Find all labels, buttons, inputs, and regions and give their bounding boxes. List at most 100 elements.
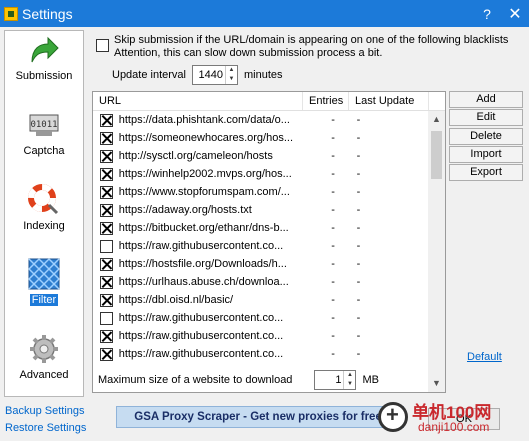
cell-last-update: - — [356, 330, 361, 342]
table-row[interactable]: https://data.phishtank.com/data/o... - - — [93, 111, 429, 129]
max-size-value[interactable]: 1 — [315, 374, 343, 386]
skip-line-2: Attention, this can slow down submission… — [114, 47, 383, 59]
column-header-last-update[interactable]: Last Update — [349, 92, 429, 110]
table-row[interactable]: https://adaway.org/hosts.txt - - — [93, 201, 429, 219]
filter-icon — [28, 258, 60, 290]
row-checkbox[interactable] — [100, 311, 113, 325]
nav-item-filter[interactable]: Filter — [5, 258, 83, 306]
window-title: Settings — [22, 5, 73, 22]
scroll-down-icon[interactable]: ▼ — [428, 375, 445, 392]
table-row[interactable]: https://dbl.oisd.nl/basic/ - - — [93, 291, 429, 309]
spin-down-icon[interactable]: ▼ — [226, 75, 237, 84]
table-row[interactable]: https://raw.githubusercontent.co... - - — [93, 327, 429, 345]
column-header-url[interactable]: URL — [93, 92, 303, 110]
row-checkbox[interactable] — [100, 113, 113, 127]
cell-last-update: - — [356, 132, 361, 144]
cell-last-update: - — [356, 222, 361, 234]
app-icon — [4, 6, 18, 21]
column-header-entries[interactable]: Entries — [303, 92, 349, 110]
update-interval-spinner[interactable]: 1440 ▲ ▼ — [192, 65, 238, 85]
cell-entries: - — [331, 114, 335, 126]
nav-item-advanced[interactable]: Advanced — [5, 333, 83, 381]
delete-button[interactable]: Delete — [449, 128, 523, 145]
nav-item-submission[interactable]: Submission — [5, 34, 83, 82]
row-checkbox[interactable] — [100, 347, 113, 361]
table-scrollbar[interactable]: ▲ ▼ — [428, 111, 445, 392]
update-interval-arrows[interactable]: ▲ ▼ — [225, 66, 237, 84]
spin-up-icon[interactable]: ▲ — [226, 66, 237, 75]
row-checkbox[interactable] — [100, 293, 113, 307]
row-checkbox[interactable] — [100, 329, 113, 343]
watermark-url: danji100.com — [418, 420, 490, 434]
max-size-arrows[interactable]: ▲ ▼ — [343, 371, 355, 389]
table-row[interactable]: https://someonewhocares.org/hos... - - — [93, 129, 429, 147]
row-checkbox[interactable] — [100, 239, 113, 253]
cell-entries: - — [331, 330, 335, 342]
restore-settings-link[interactable]: Restore Settings — [5, 420, 86, 437]
row-checkbox[interactable] — [100, 203, 113, 217]
cell-entries: - — [331, 258, 335, 270]
row-checkbox[interactable] — [100, 221, 113, 235]
skip-blacklist-checkbox[interactable] — [96, 39, 109, 52]
table-row[interactable]: https://bitbucket.org/ethanr/dns-b... - - — [93, 219, 429, 237]
help-button[interactable]: ? — [473, 0, 501, 27]
nav-item-indexing[interactable]: Indexing — [5, 184, 83, 232]
window-controls: ? ✕ — [473, 0, 529, 27]
cell-url: https://raw.githubusercontent.co... — [118, 312, 284, 324]
watermark: 单机100网 danji100.com — [378, 396, 526, 438]
table-body: https://data.phishtank.com/data/o... - - ht… — [93, 111, 429, 363]
spin-down-icon[interactable]: ▼ — [344, 380, 355, 389]
max-size-spinner[interactable]: 1 ▲ ▼ — [314, 370, 357, 390]
cell-entries: - — [331, 204, 335, 216]
backup-settings-link[interactable]: Backup Settings — [5, 403, 86, 420]
settings-nav: Submission 01011 Captcha Indexing Filter — [4, 30, 84, 397]
gear-icon — [30, 335, 58, 363]
row-checkbox[interactable] — [100, 275, 113, 289]
cell-url: https://someonewhocares.org/hos... — [118, 132, 294, 144]
row-checkbox[interactable] — [100, 257, 113, 271]
cell-last-update: - — [356, 294, 361, 306]
cell-url: https://raw.githubusercontent.co... — [118, 330, 284, 342]
cell-url: https://raw.githubusercontent.co... — [118, 348, 284, 360]
close-button[interactable]: ✕ — [501, 0, 529, 27]
svg-text:01011: 01011 — [30, 120, 57, 130]
table-row[interactable]: https://raw.githubusercontent.co... - - — [93, 237, 429, 255]
promo-banner[interactable]: GSA Proxy Scraper - Get new proxies for … — [116, 406, 404, 428]
cell-url: https://bitbucket.org/ethanr/dns-b... — [118, 222, 289, 234]
export-button[interactable]: Export — [449, 164, 523, 181]
cell-last-update: - — [356, 276, 361, 288]
row-checkbox[interactable] — [100, 185, 113, 199]
filter-settings-panel: Skip submission if the URL/domain is app… — [92, 30, 529, 441]
spin-up-icon[interactable]: ▲ — [344, 371, 355, 380]
settings-links: Backup Settings Restore Settings — [5, 403, 86, 437]
table-row[interactable]: http://sysctl.org/cameleon/hosts - - — [93, 147, 429, 165]
import-button[interactable]: Import — [449, 146, 523, 163]
nav-label-filter: Filter — [29, 294, 59, 306]
add-button[interactable]: Add — [449, 91, 523, 108]
nav-item-captcha[interactable]: 01011 Captcha — [5, 109, 83, 157]
cell-last-update: - — [356, 186, 361, 198]
scroll-thumb[interactable] — [431, 131, 442, 179]
table-row[interactable]: https://hostsfile.org/Downloads/h... - - — [93, 255, 429, 273]
row-checkbox[interactable] — [100, 131, 113, 145]
cell-last-update: - — [356, 168, 361, 180]
table-row[interactable]: https://raw.githubusercontent.co... - - — [93, 345, 429, 363]
cell-entries: - — [331, 312, 335, 324]
row-checkbox[interactable] — [100, 167, 113, 181]
cell-url: https://urlhaus.abuse.ch/downloa... — [118, 276, 289, 288]
cell-last-update: - — [356, 150, 361, 162]
table-row[interactable]: https://urlhaus.abuse.ch/downloa... - - — [93, 273, 429, 291]
table-row[interactable]: https://winhelp2002.mvps.org/hos... - - — [93, 165, 429, 183]
cell-url: https://data.phishtank.com/data/o... — [118, 114, 290, 126]
default-link[interactable]: Default — [467, 351, 502, 363]
row-checkbox[interactable] — [100, 149, 113, 163]
cell-url: https://winhelp2002.mvps.org/hos... — [118, 168, 292, 180]
nav-label-advanced: Advanced — [19, 369, 69, 381]
lifebuoy-icon — [28, 184, 59, 215]
edit-button[interactable]: Edit — [449, 109, 523, 126]
table-row[interactable]: https://www.stopforumspam.com/... - - — [93, 183, 429, 201]
scroll-up-icon[interactable]: ▲ — [428, 111, 445, 128]
update-interval-value[interactable]: 1440 — [193, 69, 225, 81]
update-interval-row: Update interval 1440 ▲ ▼ minutes — [112, 65, 283, 85]
table-row[interactable]: https://raw.githubusercontent.co... - - — [93, 309, 429, 327]
